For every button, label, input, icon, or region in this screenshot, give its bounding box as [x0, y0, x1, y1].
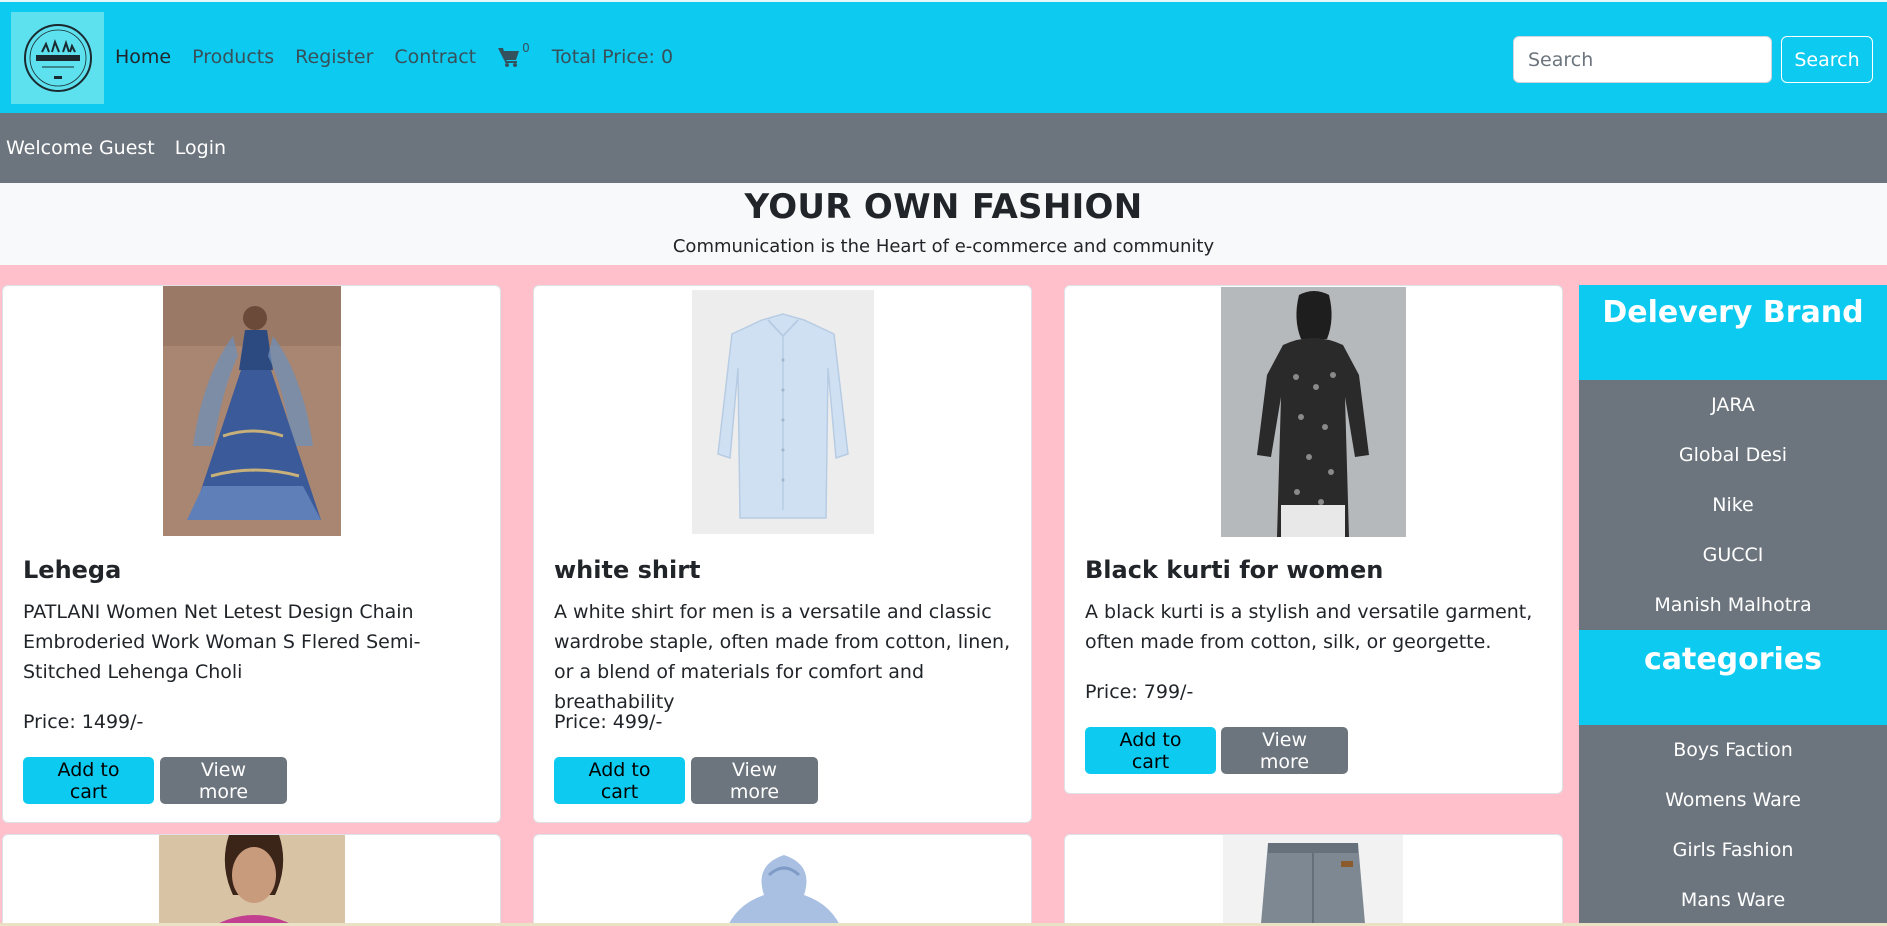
category-item[interactable]: Mans Ware [1579, 875, 1887, 925]
product-card [2, 834, 501, 926]
brand-item[interactable]: Global Desi [1579, 430, 1887, 480]
product-card: Black kurti for women A black kurti is a… [1064, 285, 1563, 794]
brand-item[interactable]: Manish Malhotra [1579, 580, 1887, 630]
lehenga-photo[interactable] [163, 286, 341, 536]
welcome-text: Welcome Guest [6, 137, 155, 159]
product-title: white shirt [554, 556, 701, 584]
nav-products[interactable]: Products [192, 46, 274, 68]
product-description: A black kurti is a stylish and versatile… [1085, 601, 1533, 653]
brand-logo[interactable] [11, 12, 104, 104]
product-card: white shirt A white shirt for men is a v… [533, 285, 1032, 823]
brand-item[interactable]: Nike [1579, 480, 1887, 530]
brand-item[interactable]: JARA [1579, 380, 1887, 430]
product-photo[interactable] [1223, 835, 1403, 926]
add-to-cart-button[interactable]: Add to cart [23, 757, 154, 804]
product-title: Lehega [23, 556, 122, 584]
product-card [533, 834, 1032, 926]
nav-register[interactable]: Register [295, 46, 373, 68]
category-list: Boys Faction Womens Ware Girls Fashion M… [1579, 725, 1887, 925]
shirt-photo[interactable] [692, 290, 874, 534]
product-photo[interactable] [159, 835, 345, 926]
cart-count-badge: 0 [522, 41, 530, 55]
product-price: Price: 799/- [1085, 681, 1194, 703]
brand-item[interactable]: GUCCI [1579, 530, 1887, 580]
nav-contract[interactable]: Contract [394, 46, 476, 68]
category-heading: categories [1579, 630, 1887, 725]
login-link[interactable]: Login [175, 137, 226, 159]
view-more-button[interactable]: View more [160, 757, 287, 804]
product-title: Black kurti for women [1085, 556, 1384, 584]
top-navbar: Home Products Register Contract 0 Total … [0, 0, 1887, 113]
page-title: YOUR OWN FASHION [744, 187, 1143, 227]
product-description: A white shirt for men is a versatile and… [554, 601, 1011, 713]
product-card: Lehega PATLANI Women Net Letest Design C… [2, 285, 501, 823]
brand-list: JARA Global Desi Nike GUCCI Manish Malho… [1579, 380, 1887, 630]
product-description: PATLANI Women Net Letest Design Chain Em… [23, 601, 421, 683]
product-card [1064, 834, 1563, 926]
shopping-cart-icon [498, 47, 520, 67]
total-price: Total Price: 0 [551, 46, 674, 68]
kurti-photo[interactable] [1221, 287, 1406, 537]
search-button[interactable]: Search [1781, 36, 1873, 83]
add-to-cart-button[interactable]: Add to cart [1085, 727, 1216, 774]
category-item[interactable]: Boys Faction [1579, 725, 1887, 775]
category-item[interactable]: Womens Ware [1579, 775, 1887, 825]
nav-home[interactable]: Home [115, 46, 171, 68]
product-price: Price: 499/- [554, 711, 663, 733]
view-more-button[interactable]: View more [1221, 727, 1348, 774]
page-subtitle: Communication is the Heart of e-commerce… [672, 236, 1215, 257]
main-nav: Home Products Register Contract 0 Total … [115, 41, 674, 68]
fashion-rules-logo-icon [23, 24, 92, 92]
category-heading-text: categories [1643, 642, 1823, 677]
cart-link[interactable]: 0 [497, 41, 530, 68]
product-photo[interactable] [694, 835, 874, 926]
add-to-cart-button[interactable]: Add to cart [554, 757, 685, 804]
view-more-button[interactable]: View more [691, 757, 818, 804]
category-item[interactable]: Girls Fashion [1579, 825, 1887, 875]
brand-heading-text: Delevery Brand [1602, 295, 1864, 330]
sidebar: Delevery Brand JARA Global Desi Nike GUC… [1579, 285, 1887, 926]
brand-heading: Delevery Brand [1579, 285, 1887, 380]
hero-banner: YOUR OWN FASHION Communication is the He… [0, 183, 1887, 265]
user-bar: Welcome Guest Login [0, 113, 1887, 183]
search-input[interactable] [1513, 36, 1772, 83]
product-price: Price: 1499/- [23, 711, 144, 733]
